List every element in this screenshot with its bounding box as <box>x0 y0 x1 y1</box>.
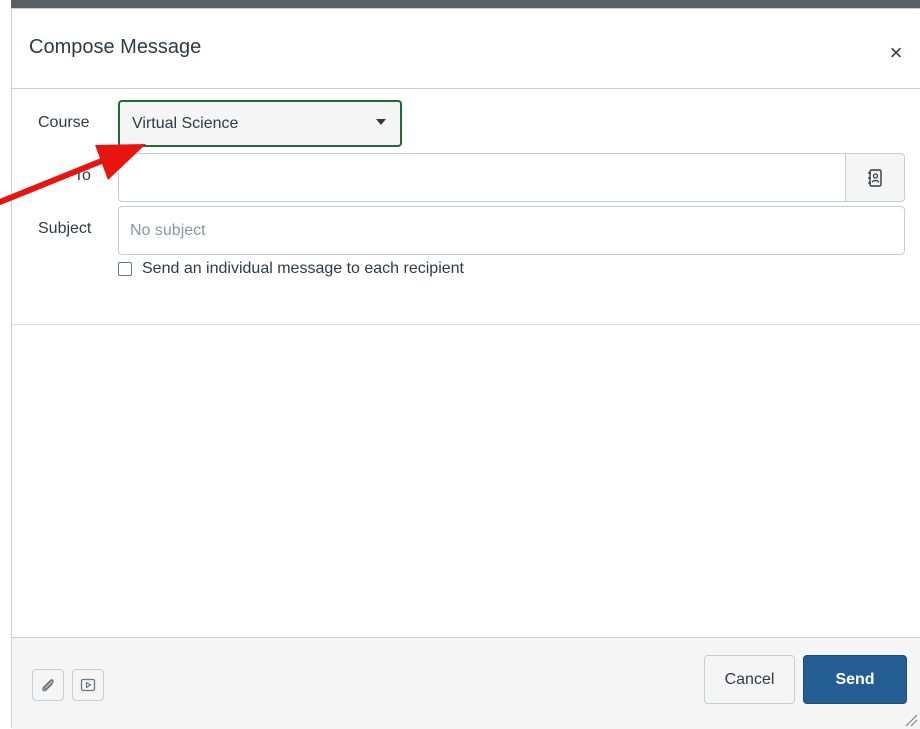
cancel-button[interactable]: Cancel <box>704 655 795 704</box>
message-body-textarea[interactable] <box>12 325 920 637</box>
resize-grip-icon[interactable] <box>904 713 918 727</box>
course-selected-value: Virtual Science <box>132 114 239 132</box>
address-book-icon <box>868 168 882 187</box>
close-button[interactable]: × <box>882 39 910 67</box>
to-label: To <box>74 167 91 184</box>
caret-down-icon <box>376 119 386 125</box>
individual-message-label[interactable]: Send an individual message to each recip… <box>142 260 464 278</box>
address-book-button[interactable] <box>845 153 905 202</box>
dialog-title: Compose Message <box>29 36 202 58</box>
individual-message-checkbox[interactable] <box>118 262 132 276</box>
course-label: Course <box>38 114 90 131</box>
media-button[interactable] <box>72 669 104 701</box>
close-icon: × <box>889 40 903 65</box>
subject-input[interactable] <box>118 206 905 255</box>
to-recipients-input[interactable] <box>118 153 845 202</box>
paperclip-icon <box>42 679 54 692</box>
send-button[interactable]: Send <box>803 655 907 704</box>
subject-label: Subject <box>38 220 92 237</box>
compose-message-dialog: Compose Message × Course Virtual Science… <box>11 8 920 729</box>
dialog-header: Compose Message × <box>12 9 920 89</box>
individual-message-option: Send an individual message to each recip… <box>118 260 464 278</box>
attachment-button[interactable] <box>32 669 64 701</box>
dialog-footer: Cancel Send <box>12 637 920 729</box>
page-backdrop-left <box>0 0 11 728</box>
course-select[interactable]: Virtual Science <box>118 100 402 147</box>
media-icon <box>80 678 96 692</box>
